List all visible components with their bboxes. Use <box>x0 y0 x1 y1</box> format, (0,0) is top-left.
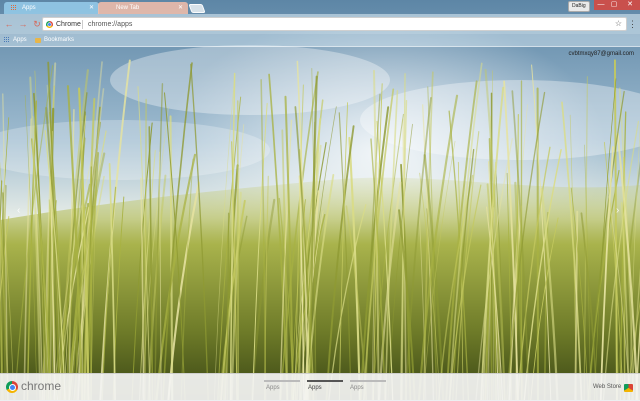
page-indicator[interactable] <box>264 380 300 382</box>
omnibox-divider <box>82 20 83 29</box>
chevron-right-icon[interactable]: › <box>616 205 619 216</box>
web-store-icon[interactable] <box>624 384 633 392</box>
chrome-wordmark: chrome <box>21 379 62 393</box>
close-tab-icon[interactable]: ✕ <box>178 4 183 12</box>
page-label-active[interactable]: Apps <box>308 385 322 391</box>
close-tab-icon[interactable]: ✕ <box>89 4 94 12</box>
footer: chrome Apps Apps Apps Web Store <box>0 373 640 401</box>
page-label[interactable]: Apps <box>266 385 280 391</box>
bookmarks-bar: Apps Bookmarks <box>0 34 640 47</box>
back-arrow-icon[interactable]: ← <box>3 18 15 30</box>
page-indicator-active[interactable] <box>307 380 343 382</box>
maximize-icon[interactable]: ▢ <box>607 0 621 10</box>
bookmark-apps[interactable]: Apps <box>4 35 27 45</box>
account-email[interactable]: cvbtmxqy87@gmail.com <box>569 51 634 57</box>
wallpaper-background <box>0 0 640 400</box>
chevron-left-icon[interactable]: ‹ <box>17 205 20 216</box>
tab-title: Apps <box>22 5 36 11</box>
close-icon[interactable]: ✕ <box>620 0 640 10</box>
bookmark-label: Bookmarks <box>44 37 75 43</box>
page-label[interactable]: Apps <box>350 385 364 391</box>
new-tab-button[interactable] <box>188 4 206 13</box>
page-indicator[interactable] <box>350 380 386 382</box>
menu-icon[interactable]: ⋮ <box>628 18 637 30</box>
bookmark-star-icon[interactable]: ☆ <box>615 19 622 29</box>
apps-grid-icon <box>4 37 10 43</box>
tab-new-tab[interactable]: New Tab ✕ <box>98 2 188 14</box>
page-switcher <box>264 380 386 382</box>
bookmark-label: Apps <box>13 37 27 43</box>
bookmark-folder[interactable]: Bookmarks <box>35 35 74 45</box>
web-store-link[interactable]: Web Store <box>593 384 621 390</box>
forward-arrow-icon[interactable]: → <box>17 18 29 30</box>
tab-title: New Tab <box>116 5 140 11</box>
profile-button[interactable]: DaBig <box>568 1 590 12</box>
omnibox-chip: Chrome <box>56 21 81 28</box>
folder-icon <box>35 37 41 43</box>
toolbar: ← → ↻ Chrome chrome://apps ☆ ⋮ <box>0 14 640 34</box>
title-bar: Apps ✕ New Tab ✕ DaBig — ▢ ✕ <box>0 0 640 14</box>
chrome-icon <box>46 21 53 28</box>
tab-apps[interactable]: Apps ✕ <box>4 2 99 14</box>
url-text[interactable]: chrome://apps <box>88 20 132 29</box>
minimize-icon[interactable]: — <box>594 0 608 10</box>
chrome-logo-icon <box>6 381 18 393</box>
address-bar[interactable]: Chrome chrome://apps ☆ <box>42 17 627 31</box>
apps-grid-icon <box>11 5 17 11</box>
